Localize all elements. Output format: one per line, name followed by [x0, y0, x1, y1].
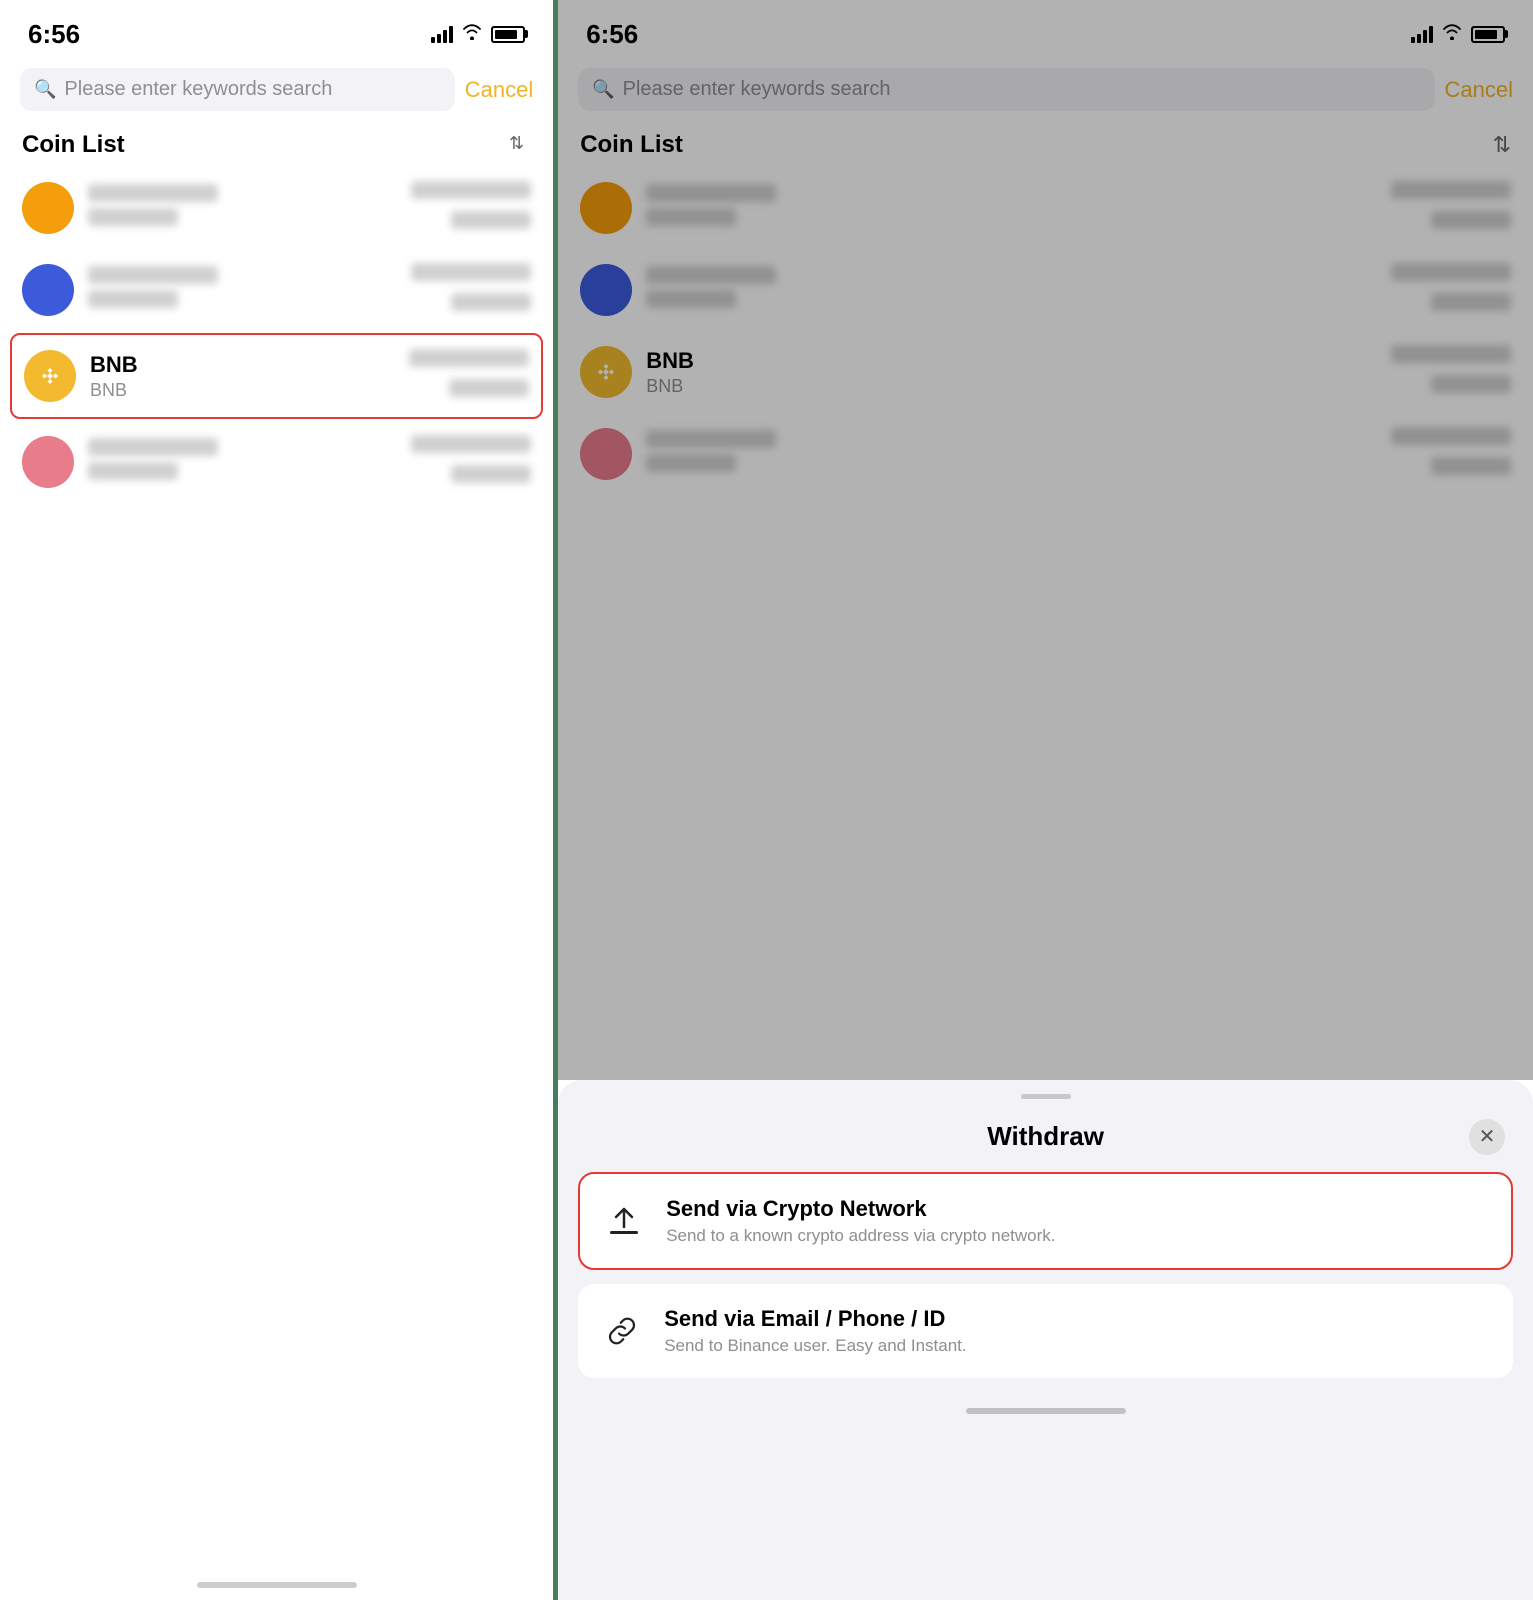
coin-list-header-left: Coin List ⇅: [0, 119, 553, 167]
withdraw-sheet: Withdraw ✕ Send via Crypto Network Send …: [558, 1080, 1533, 1600]
coin-info: [88, 266, 411, 314]
coin-list-title-right: Coin List: [580, 131, 683, 159]
coin-icon: [580, 428, 632, 480]
list-item[interactable]: [568, 249, 1523, 331]
coin-info: [646, 430, 1391, 478]
right-panel: 6:56 🔍 Pl: [558, 0, 1533, 1600]
status-bar-left: 6:56: [0, 0, 553, 60]
bnb-list-item[interactable]: BNB BNB: [10, 333, 543, 419]
list-item[interactable]: [10, 421, 543, 503]
bnb-name: BNB: [90, 352, 409, 378]
coin-info: [646, 266, 1391, 314]
bnb-name-right: BNB: [646, 348, 1391, 374]
coin-icon: [580, 182, 632, 234]
coin-icon: [22, 264, 74, 316]
bnb-symbol-right: BNB: [646, 376, 1391, 397]
search-icon-left: 🔍: [34, 79, 56, 100]
status-icons-right: [1411, 24, 1505, 45]
coin-list-title-left: Coin List: [22, 131, 125, 159]
status-time-right: 6:56: [586, 19, 638, 50]
close-sheet-button[interactable]: ✕: [1469, 1119, 1505, 1155]
crypto-option-text: Send via Crypto Network Send to a known …: [666, 1196, 1055, 1246]
home-indicator-left: [0, 1566, 553, 1600]
crypto-option-desc: Send to a known crypto address via crypt…: [666, 1226, 1055, 1246]
search-placeholder-right: Please enter keywords search: [623, 78, 891, 101]
coin-list-left: BNB BNB: [0, 167, 553, 1566]
search-placeholder-left: Please enter keywords search: [64, 78, 332, 101]
left-panel: 6:56 🔍 Please enter keywords search Canc…: [0, 0, 553, 1600]
search-input-right[interactable]: 🔍 Please enter keywords search: [578, 68, 1434, 111]
coin-right: [1391, 427, 1511, 481]
bnb-coin-info-right: BNB BNB: [646, 348, 1391, 397]
bnb-right: [409, 349, 529, 403]
coin-icon: [22, 182, 74, 234]
coin-right: [1391, 263, 1511, 317]
link-icon: [598, 1307, 646, 1355]
cancel-button-left[interactable]: Cancel: [465, 77, 533, 103]
sort-icon-left[interactable]: ⇅: [509, 131, 531, 159]
list-item[interactable]: [10, 249, 543, 331]
sheet-title: Withdraw: [987, 1121, 1104, 1152]
status-time-left: 6:56: [28, 19, 80, 50]
bnb-coin-info: BNB BNB: [90, 352, 409, 401]
coin-right: [1391, 181, 1511, 235]
email-option-text: Send via Email / Phone / ID Send to Bina…: [664, 1306, 966, 1356]
bnb-list-item-right[interactable]: BNB BNB: [568, 331, 1523, 413]
signal-icon-right: [1411, 25, 1433, 43]
sort-icon-right[interactable]: ⇅: [1493, 132, 1511, 158]
sheet-header: Withdraw ✕: [558, 1105, 1533, 1172]
send-via-email-option[interactable]: Send via Email / Phone / ID Send to Bina…: [578, 1284, 1513, 1378]
coin-right: [411, 263, 531, 317]
signal-icon-left: [431, 25, 453, 43]
bnb-right-r: [1391, 345, 1511, 399]
email-option-desc: Send to Binance user. Easy and Instant.: [664, 1336, 966, 1356]
sheet-handle: [558, 1080, 1533, 1105]
wifi-icon-right: [1441, 24, 1463, 45]
wifi-icon-left: [461, 24, 483, 45]
battery-icon-left: [491, 26, 525, 43]
coin-right: [411, 435, 531, 489]
status-icons-left: [431, 24, 525, 45]
battery-icon-right: [1471, 26, 1505, 43]
list-item[interactable]: [568, 167, 1523, 249]
list-item[interactable]: [10, 167, 543, 249]
bnb-symbol: BNB: [90, 380, 409, 401]
email-option-title: Send via Email / Phone / ID: [664, 1306, 966, 1332]
coin-info: [88, 438, 411, 486]
status-bar-right: 6:56: [558, 0, 1533, 60]
cancel-button-right[interactable]: Cancel: [1445, 77, 1513, 103]
search-icon-right: 🔍: [592, 79, 614, 100]
search-input-left[interactable]: 🔍 Please enter keywords search: [20, 68, 455, 111]
coin-icon: [22, 436, 74, 488]
coin-list-header-right: Coin List ⇅: [558, 119, 1533, 167]
search-bar-left: 🔍 Please enter keywords search Cancel: [0, 60, 553, 119]
sheet-options: Send via Crypto Network Send to a known …: [558, 1172, 1533, 1378]
coin-info: [646, 184, 1391, 232]
home-indicator-right: [558, 1378, 1533, 1426]
upload-icon: [600, 1197, 648, 1245]
svg-text:⇅: ⇅: [509, 133, 524, 153]
bnb-coin-icon-right: [580, 346, 632, 398]
search-bar-right: 🔍 Please enter keywords search Cancel: [558, 60, 1533, 119]
coin-right: [411, 181, 531, 235]
bnb-coin-icon: [24, 350, 76, 402]
list-item[interactable]: [568, 413, 1523, 495]
crypto-option-title: Send via Crypto Network: [666, 1196, 1055, 1222]
send-via-crypto-option[interactable]: Send via Crypto Network Send to a known …: [578, 1172, 1513, 1270]
coin-info: [88, 184, 411, 232]
coin-icon: [580, 264, 632, 316]
